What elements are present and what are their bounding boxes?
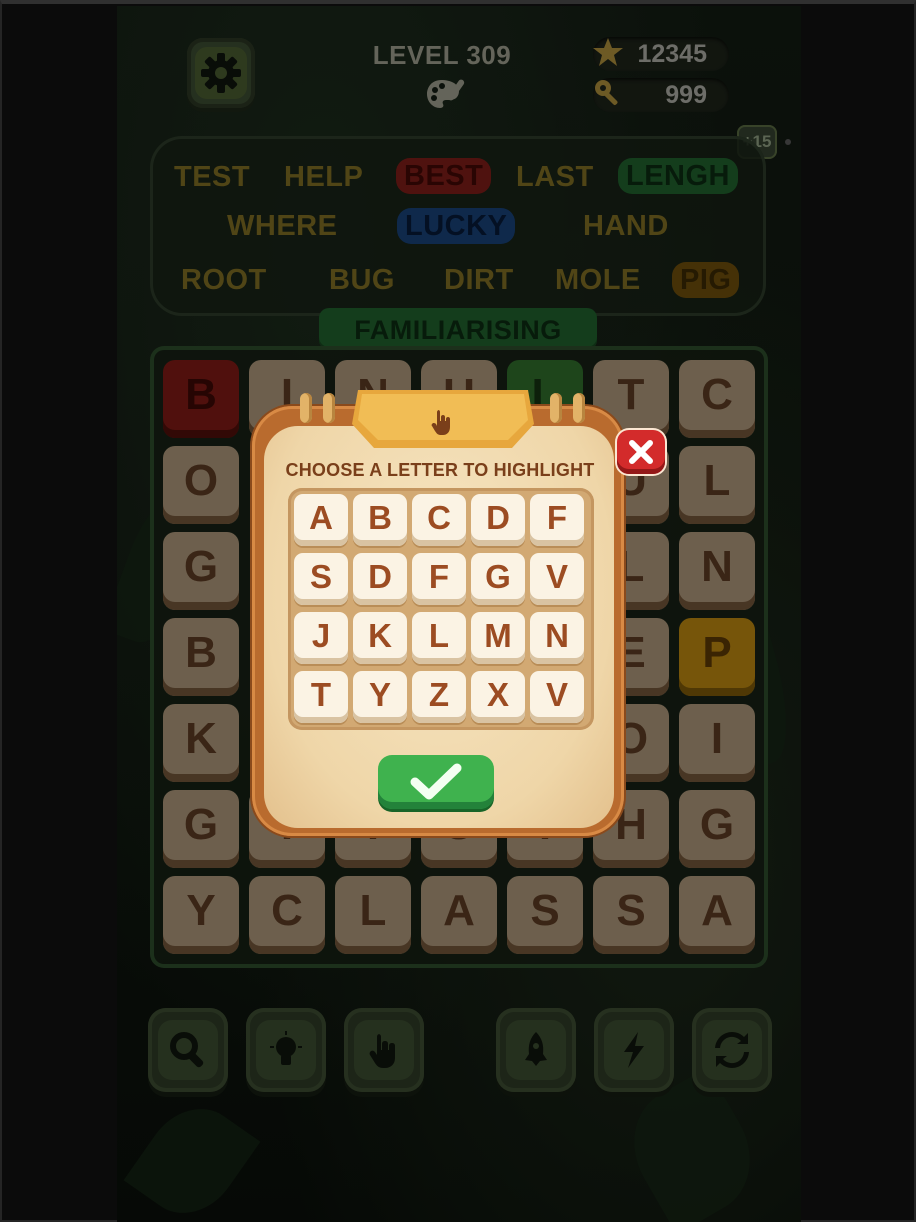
letter-option[interactable]: C (412, 494, 466, 546)
letter-option[interactable]: K (353, 612, 407, 664)
word-bug: BUG (329, 264, 395, 296)
word-pig: PIG (672, 262, 740, 298)
letter-option[interactable]: T (294, 671, 348, 723)
letter-option[interactable]: D (471, 494, 525, 546)
grid-tile[interactable]: B (163, 618, 239, 696)
word-dirt: DIRT (444, 264, 514, 296)
letter-option[interactable]: F (530, 494, 584, 546)
grid-tile[interactable]: L (679, 446, 755, 524)
binder-ring (323, 393, 335, 423)
word-root: ROOT (181, 264, 267, 296)
grid-tile[interactable]: S (507, 876, 583, 954)
background-leaf (123, 1090, 261, 1222)
word-help: HELP (284, 161, 364, 193)
letter-option[interactable]: V (530, 553, 584, 605)
shuffle-button[interactable] (692, 1008, 772, 1092)
search-icon (170, 1032, 204, 1068)
modal-title: CHOOSE A LETTER TO HIGHLIGHT (285, 460, 595, 480)
word-mole: MOLE (555, 264, 641, 296)
grid-tile[interactable]: O (163, 446, 239, 524)
close-icon (629, 440, 653, 464)
letter-option[interactable]: L (412, 612, 466, 664)
letter-option[interactable]: X (471, 671, 525, 723)
grid-tile[interactable]: G (163, 532, 239, 610)
grid-tile[interactable]: K (163, 704, 239, 782)
grid-tile[interactable]: G (163, 790, 239, 868)
word-test: TEST (174, 161, 251, 193)
word-where: WHERE (227, 210, 338, 242)
letter-option[interactable]: A (294, 494, 348, 546)
grid-tile[interactable]: L (335, 876, 411, 954)
grid-tile[interactable]: I (679, 704, 755, 782)
search-button[interactable] (148, 1008, 228, 1092)
star-icon (593, 38, 623, 66)
word-lucky: LUCKY (397, 208, 516, 244)
indicator-dot (785, 139, 791, 145)
hand-pointer-icon (369, 1034, 395, 1068)
close-button[interactable] (617, 430, 665, 474)
lightbulb-icon (270, 1031, 302, 1065)
letter-option[interactable]: S (294, 553, 348, 605)
binder-ring (300, 393, 312, 423)
grid-tile[interactable]: Y (163, 876, 239, 954)
refresh-icon (715, 1032, 749, 1068)
rocket-icon (525, 1032, 547, 1066)
grid-tile[interactable]: B (163, 360, 239, 438)
letter-option[interactable]: N (530, 612, 584, 664)
letter-option[interactable]: D (353, 553, 407, 605)
theme-button[interactable] (425, 78, 465, 115)
grid-tile[interactable]: A (679, 876, 755, 954)
key-icon (595, 80, 618, 106)
settings-button[interactable] (187, 38, 255, 108)
grid-tile[interactable]: N (679, 532, 755, 610)
palette-icon (427, 79, 465, 108)
grid-tile[interactable]: C (249, 876, 325, 954)
grid-tile[interactable]: C (679, 360, 755, 438)
target-words-panel: TEST HELP BEST LAST LENGH WHERE LUCKY HA… (150, 136, 766, 316)
letter-choices-panel: A B C D F S D F G V J K L M N T Y Z X V (288, 488, 594, 730)
word-lengh: LENGH (618, 158, 738, 194)
keys-counter: 999 (593, 78, 729, 112)
grid-tile[interactable]: A (421, 876, 497, 954)
current-word-banner: FAMILIARISING (319, 308, 597, 350)
hint-button[interactable] (246, 1008, 326, 1092)
letter-option[interactable]: M (471, 612, 525, 664)
word-last: LAST (516, 161, 594, 193)
binder-ring (550, 393, 562, 423)
rocket-button[interactable] (496, 1008, 576, 1092)
checkmark-icon (410, 763, 462, 800)
stars-counter: 12345 (593, 37, 729, 71)
letter-option[interactable]: V (530, 671, 584, 723)
confirm-button[interactable] (378, 755, 494, 809)
lightning-button[interactable] (594, 1008, 674, 1092)
grid-tile[interactable]: S (593, 876, 669, 954)
gear-icon (201, 53, 241, 93)
letter-option[interactable]: J (294, 612, 348, 664)
grid-tile[interactable]: G (679, 790, 755, 868)
level-title: LEVEL 309 (372, 40, 512, 70)
letter-option[interactable]: B (353, 494, 407, 546)
binder-ring (573, 393, 585, 423)
letter-option[interactable]: Y (353, 671, 407, 723)
grid-tile[interactable]: P (679, 618, 755, 696)
word-hand: HAND (583, 210, 669, 242)
highlight-letter-button[interactable] (344, 1008, 424, 1092)
letter-option[interactable]: G (471, 553, 525, 605)
letter-option[interactable]: Z (412, 671, 466, 723)
modal-header-tab (352, 390, 534, 448)
lightning-icon (624, 1032, 644, 1068)
letter-option[interactable]: F (412, 553, 466, 605)
word-best: BEST (396, 158, 492, 194)
